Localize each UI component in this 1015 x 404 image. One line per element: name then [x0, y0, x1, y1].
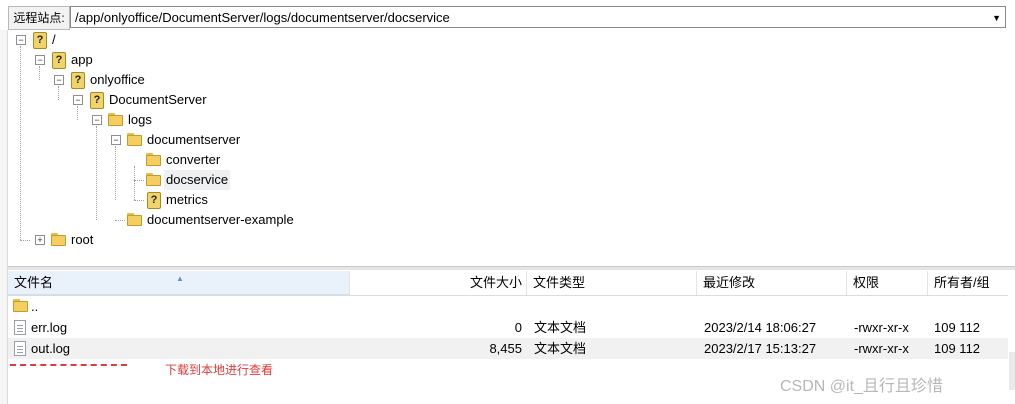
document-icon [14, 320, 26, 335]
column-header-name[interactable]: ▲ 文件名 [8, 271, 350, 295]
collapse-icon[interactable]: − [54, 75, 64, 85]
question-icon: ? [90, 92, 104, 109]
tree-connector [77, 106, 78, 120]
document-icon [14, 341, 26, 356]
file-size: 0 [514, 320, 522, 335]
tree-connector [20, 46, 21, 240]
tree-connector [115, 146, 116, 200]
column-header-size[interactable]: 文件大小 [350, 271, 527, 295]
tree-item-label: metrics [166, 192, 208, 207]
tree-item-label: DocumentServer [109, 92, 207, 107]
tree-item-label: logs [128, 112, 152, 127]
folder-icon [146, 173, 161, 186]
collapse-icon[interactable]: − [111, 135, 121, 145]
folder-icon [146, 153, 161, 166]
annotation-underline [10, 364, 127, 369]
remote-site-label: 远程站点: [8, 6, 70, 30]
tree-connector [134, 180, 144, 181]
file-row-parent[interactable]: .. [8, 296, 1008, 317]
collapse-icon[interactable]: − [73, 95, 83, 105]
file-owner: 109 112 [934, 320, 981, 335]
tree-item-label: documentserver [147, 132, 241, 147]
watermark: CSDN @it_且行且珍惜 [780, 378, 943, 395]
question-icon: ? [71, 72, 85, 89]
file-name: .. [31, 299, 39, 314]
question-icon: ? [33, 32, 47, 49]
folder-icon [108, 113, 123, 126]
left-edge-panel [0, 30, 8, 404]
tree-item-label: documentserver-example [147, 212, 294, 227]
tree-item-label: / [52, 32, 56, 47]
directory-tree[interactable]: − ? / − ? app − ? onlyoffice − ? Documen… [8, 30, 1015, 266]
tree-connector [115, 220, 125, 221]
collapse-icon[interactable]: − [16, 35, 26, 45]
question-icon: ? [52, 52, 66, 69]
file-type: 文本文档 [534, 320, 587, 335]
tree-connector [58, 86, 59, 100]
file-list-header: ▲ 文件名 文件大小 文件类型 最近修改 权限 所有者/组 [8, 271, 1008, 296]
folder-icon [13, 299, 28, 312]
folder-icon [127, 213, 142, 226]
tree-item-label: onlyoffice [90, 72, 145, 87]
file-owner: 109 112 [934, 341, 981, 356]
file-modified: 2023/2/14 18:06:27 [704, 320, 817, 335]
column-header-modified[interactable]: 最近修改 [697, 271, 847, 295]
tree-connector [96, 126, 97, 220]
file-row-out-log[interactable]: out.log 8,455 文本文档 2023/2/17 15:13:27 -r… [8, 338, 1008, 359]
tree-connector [20, 240, 30, 241]
chevron-down-icon[interactable]: ▼ [992, 7, 1001, 29]
file-type: 文本文档 [534, 341, 587, 356]
collapse-icon[interactable]: − [92, 115, 102, 125]
remote-path-input[interactable]: /app/onlyoffice/DocumentServer/logs/docu… [70, 6, 1006, 28]
file-name: err.log [31, 320, 68, 335]
tree-item-label: converter [166, 152, 221, 167]
tree-connector [134, 200, 144, 201]
file-row-err-log[interactable]: err.log 0 文本文档 2023/2/14 18:06:27 -rwxr-… [8, 317, 1008, 338]
tree-item-label: docservice [164, 170, 231, 190]
remote-path-text: /app/onlyoffice/DocumentServer/logs/docu… [75, 10, 450, 25]
column-header-permissions[interactable]: 权限 [847, 271, 928, 295]
tree-item-label: root [71, 232, 94, 247]
file-size: 8,455 [489, 341, 522, 356]
pane-splitter[interactable] [8, 266, 1015, 270]
scrollbar[interactable] [1009, 352, 1015, 390]
expand-icon[interactable]: + [35, 235, 45, 245]
file-modified: 2023/2/17 15:13:27 [704, 341, 817, 356]
collapse-icon[interactable]: − [35, 55, 45, 65]
annotation-text: 下载到本地进行查看 [165, 363, 274, 377]
folder-icon [51, 233, 66, 246]
tree-item-label: app [71, 52, 93, 67]
column-header-owner[interactable]: 所有者/组 [928, 271, 1008, 295]
column-header-type[interactable]: 文件类型 [527, 271, 697, 295]
folder-icon [127, 133, 142, 146]
file-name: out.log [31, 341, 71, 356]
sort-ascending-icon: ▲ [176, 274, 184, 283]
file-permissions: -rwxr-xr-x [854, 341, 909, 356]
file-permissions: -rwxr-xr-x [854, 320, 909, 335]
question-icon: ? [147, 192, 161, 209]
tree-connector [39, 66, 40, 80]
tree-connector [134, 166, 135, 200]
remote-site-bar: 远程站点: /app/onlyoffice/DocumentServer/log… [0, 6, 1015, 30]
